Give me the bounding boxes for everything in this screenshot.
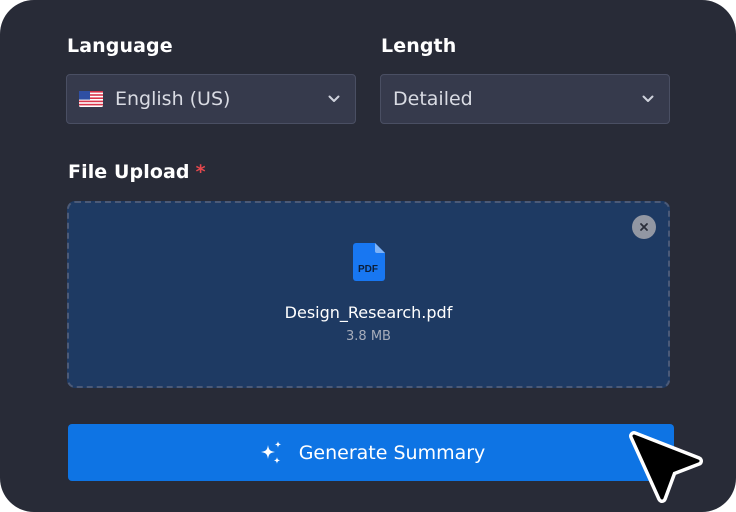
length-select[interactable]: Detailed <box>380 74 670 124</box>
chevron-down-icon <box>327 92 341 106</box>
generate-summary-button[interactable]: Generate Summary <box>68 424 674 481</box>
summary-form-card: Language English (US) Length Detailed Fi… <box>0 0 736 512</box>
mouse-pointer-icon <box>629 431 703 503</box>
language-label: Language <box>67 35 173 57</box>
file-dropzone[interactable]: PDF Design_Research.pdf 3.8 MB <box>67 201 670 388</box>
file-upload-label-text: File Upload <box>68 161 190 183</box>
chevron-down-icon <box>641 92 655 106</box>
us-flag-icon <box>79 91 103 107</box>
pdf-file-icon: PDF <box>353 243 385 281</box>
file-size: 3.8 MB <box>346 329 391 344</box>
file-name: Design_Research.pdf <box>284 303 453 322</box>
length-label: Length <box>381 35 457 57</box>
generate-summary-label: Generate Summary <box>298 441 486 464</box>
language-value: English (US) <box>115 88 231 110</box>
remove-file-button[interactable] <box>632 215 656 239</box>
length-value: Detailed <box>393 88 473 110</box>
required-asterisk: * <box>195 161 206 183</box>
file-upload-label: File Upload * <box>68 161 206 183</box>
close-icon <box>640 223 648 231</box>
sparkles-icon <box>260 440 282 464</box>
language-select[interactable]: English (US) <box>66 74 356 124</box>
pdf-badge-text: PDF <box>358 264 378 275</box>
